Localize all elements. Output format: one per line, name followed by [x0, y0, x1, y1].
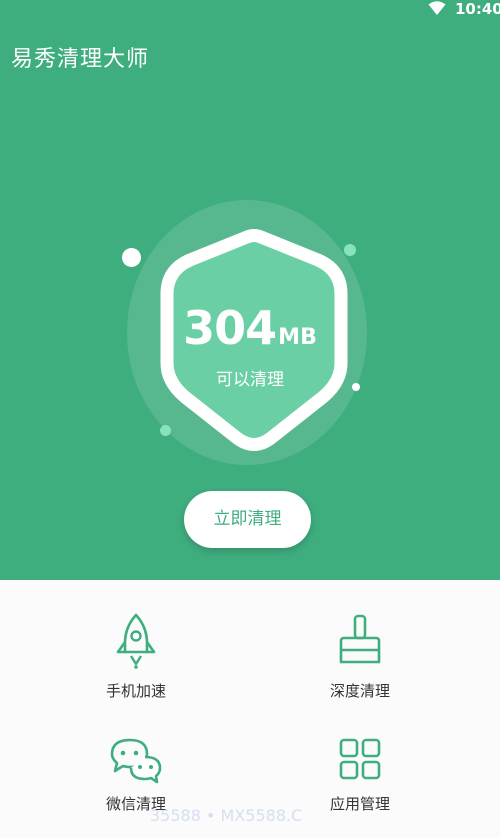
- tool-label: 手机加速: [105, 682, 166, 700]
- tool-label: 深度清理: [329, 682, 390, 700]
- watermark: 35588 • MX5588.C: [150, 806, 303, 825]
- storage-caption: 可以清理: [216, 370, 284, 390]
- clean-now-button[interactable]: 立即清理: [184, 491, 311, 548]
- apps-grid-icon: [339, 738, 381, 780]
- wechat-icon: [110, 738, 162, 784]
- storage-number: 304: [183, 301, 277, 355]
- tool-deep-clean[interactable]: 深度清理: [290, 612, 430, 701]
- brush-icon: [339, 614, 381, 664]
- hero-panel: 10:40 易秀清理大师 304MB 可以清理 立即清理: [0, 0, 500, 580]
- storage-unit: MB: [278, 325, 317, 350]
- rocket-icon: [116, 613, 156, 669]
- tool-phone-boost[interactable]: 手机加速: [66, 612, 206, 701]
- tool-wechat-clean[interactable]: 微信清理: [66, 735, 206, 814]
- storage-amount: 304MB: [0, 300, 500, 366]
- tool-app-manager[interactable]: 应用管理: [290, 735, 430, 814]
